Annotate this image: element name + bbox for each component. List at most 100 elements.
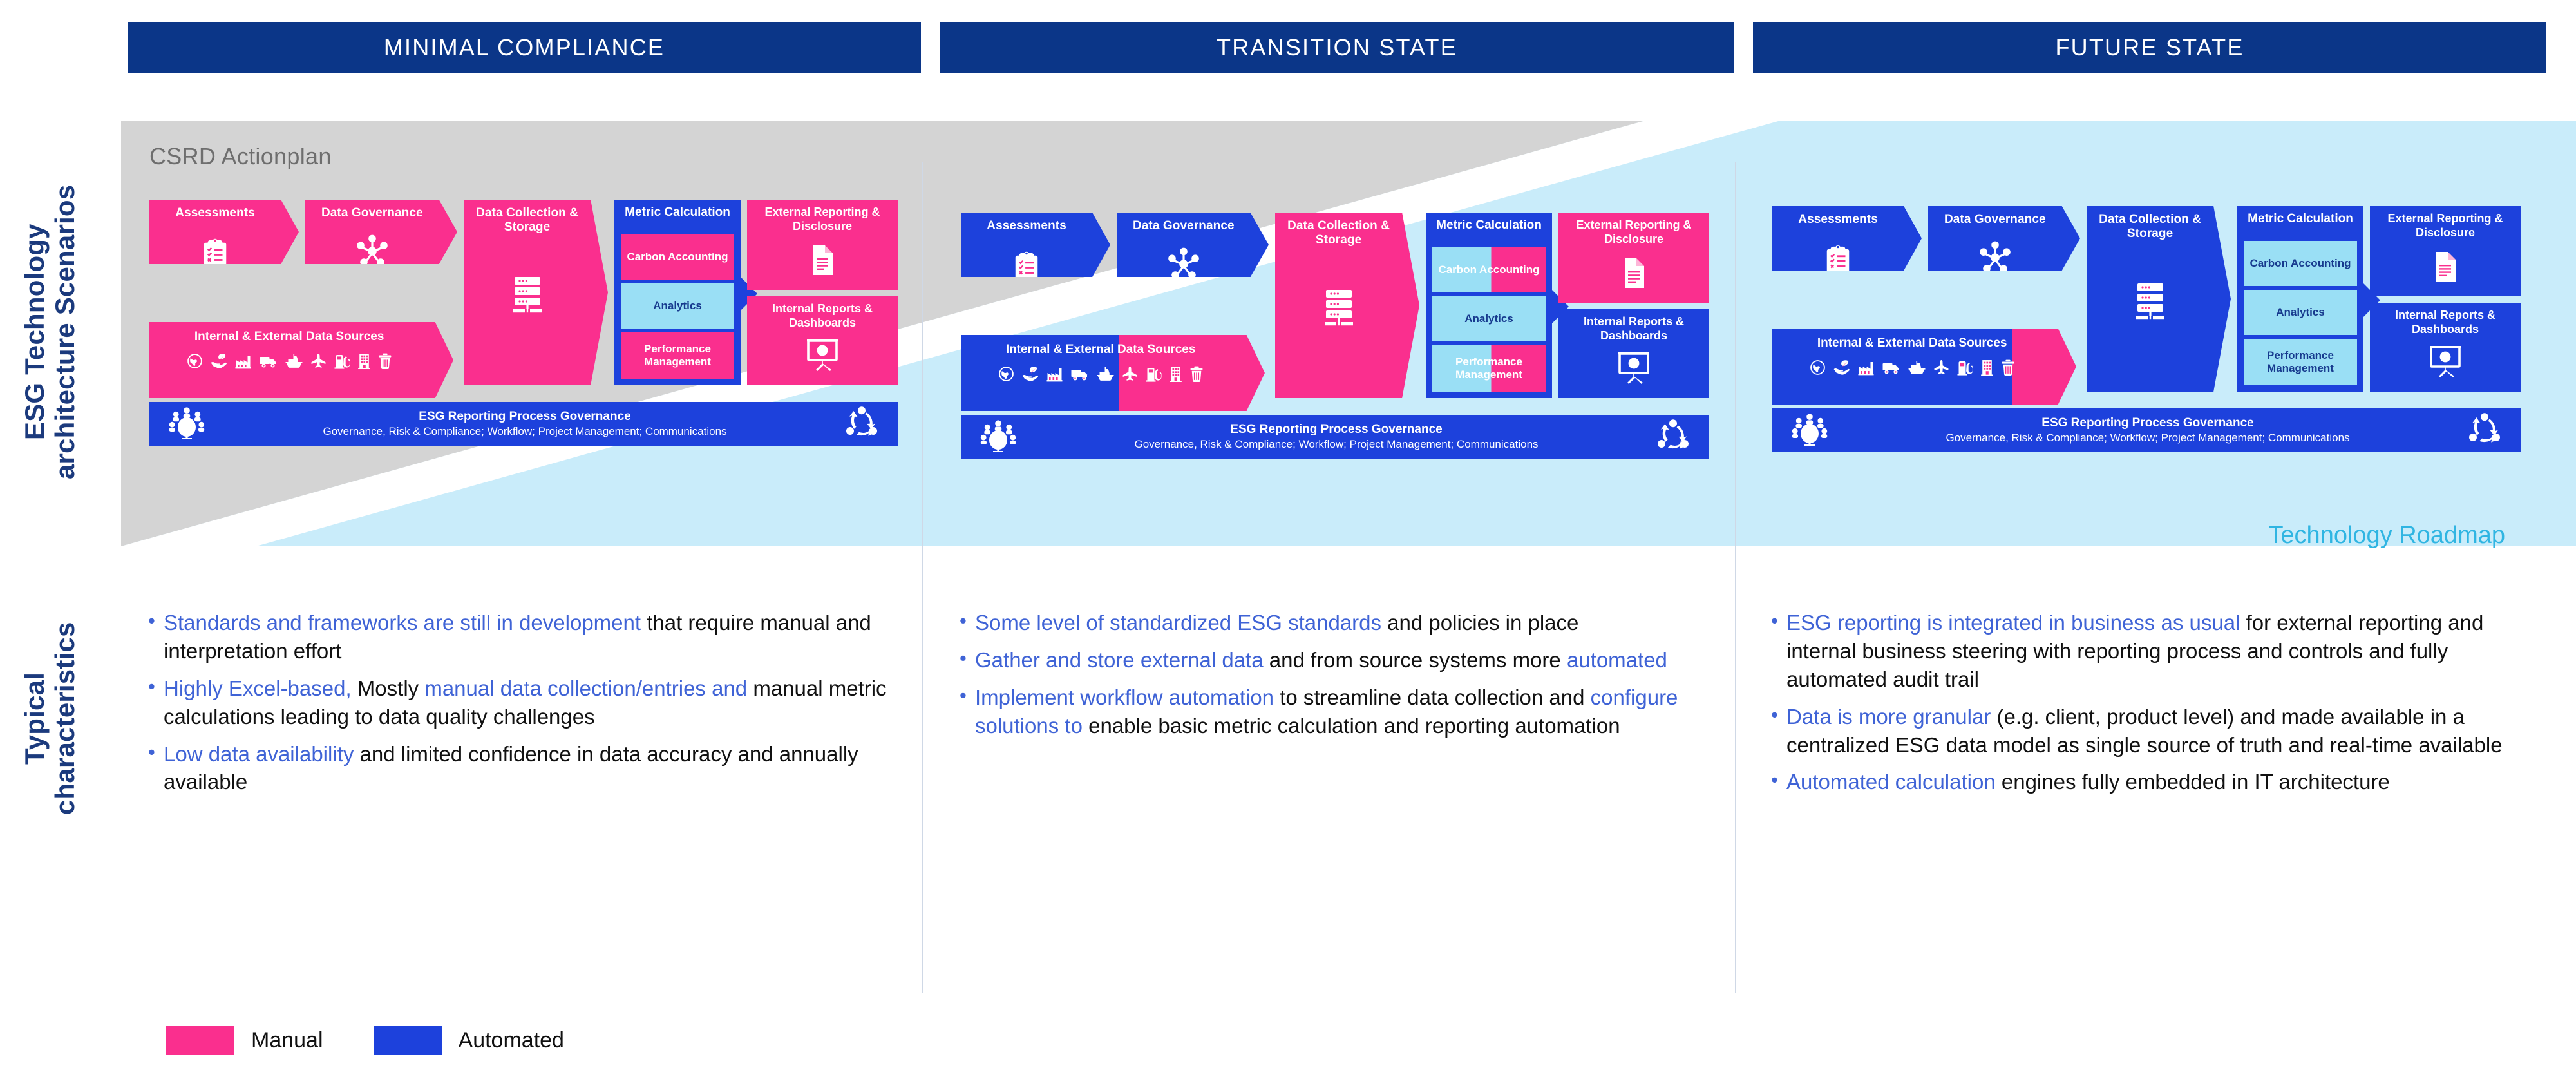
characteristics-list-future-state: ESG reporting is integrated in business … xyxy=(1770,607,2543,805)
governance-strip-future-state[interactable]: ESG Reporting Process Governance Governa… xyxy=(1772,408,2521,452)
process-box-data-governance[interactable]: Data Governance xyxy=(1928,206,2080,271)
process-box-data-sources[interactable]: Internal & External Data Sources xyxy=(961,335,1265,411)
bullet-segment: Gather and store external data xyxy=(975,647,1264,672)
process-box-label: Assessments xyxy=(175,206,255,220)
process-box-label: Internal Reports & Dashboards xyxy=(772,302,873,329)
bullet-segment: Standards and frameworks are still in de… xyxy=(164,611,641,635)
cycle-arrows-icon-wrap xyxy=(2468,412,2501,449)
bullet-segment: ESG reporting is integrated in business … xyxy=(1786,611,2240,635)
process-box-assessments[interactable]: Assessments xyxy=(1772,206,1922,271)
row-label-architecture: ESG Technology architecture Scenarios xyxy=(19,110,80,554)
process-box-internal-reports[interactable]: Internal Reports & Dashboards xyxy=(1558,309,1709,398)
governance-text: ESG Reporting Process Governance Governa… xyxy=(205,408,845,440)
metric-subbox-carbon-accounting[interactable]: Carbon Accounting xyxy=(621,234,734,280)
process-box-metric-calculation[interactable]: Metric Calculation Carbon Accounting Ana… xyxy=(1426,213,1569,398)
metric-subbox-label: Carbon Accounting xyxy=(627,250,728,263)
governance-strip-minimal-compliance[interactable]: ESG Reporting Process Governance Governa… xyxy=(149,402,898,446)
metric-subbox-carbon-accounting[interactable]: Carbon Accounting xyxy=(1432,247,1546,292)
metric-subbox-label: Performance Management xyxy=(644,342,711,368)
column-header-label: FUTURE STATE xyxy=(2055,34,2244,61)
process-box-data-collection-storage[interactable]: Data Collection & Storage xyxy=(2087,206,2231,392)
governance-title: ESG Reporting Process Governance xyxy=(419,409,631,423)
globe-icon xyxy=(998,366,1014,382)
bullet-segment: enable basic metric calculation and repo… xyxy=(1082,713,1620,738)
factory-icon xyxy=(1046,367,1063,382)
server-icon xyxy=(2132,282,2169,321)
process-box-label: Metric Calculation xyxy=(2248,212,2353,225)
column-header-minimal-compliance[interactable]: MINIMAL COMPLIANCE xyxy=(128,22,921,73)
factory-icon xyxy=(1857,360,1875,376)
airplane-icon xyxy=(310,353,327,369)
process-box-metric-calculation[interactable]: Metric Calculation Carbon Accounting Ana… xyxy=(614,200,757,385)
governance-strip-transition-state[interactable]: ESG Reporting Process Governance Governa… xyxy=(961,415,1709,459)
governance-subtitle: Governance, Risk & Compliance; Workflow;… xyxy=(323,425,727,438)
assessments-icon-wrap xyxy=(961,250,1092,277)
metric-subbox-analytics[interactable]: Analytics xyxy=(621,283,734,329)
metric-subbox-performance-management[interactable]: Performance Management xyxy=(1432,345,1546,392)
column-header-future-state[interactable]: FUTURE STATE xyxy=(1753,22,2546,73)
process-box-data-governance[interactable]: Data Governance xyxy=(1117,213,1269,277)
bullet-segment: and from source systems more xyxy=(1263,647,1567,672)
process-box-data-sources[interactable]: Internal & External Data Sources xyxy=(1772,329,2076,405)
bullet-segment: Implement workflow automation xyxy=(975,685,1274,709)
process-box-assessments[interactable]: Assessments xyxy=(149,200,299,264)
process-box-internal-reports[interactable]: Internal Reports & Dashboards xyxy=(2370,303,2521,392)
process-box-label: Data Governance xyxy=(321,206,423,220)
network-nodes-icon xyxy=(355,234,390,264)
process-box-data-sources[interactable]: Internal & External Data Sources xyxy=(149,322,453,398)
metric-subbox-carbon-accounting[interactable]: Carbon Accounting xyxy=(2244,241,2357,286)
document-icon xyxy=(1621,257,1647,289)
metric-subbox-performance-management[interactable]: Performance Management xyxy=(621,332,734,379)
process-box-external-reporting[interactable]: External Reporting & Disclosure xyxy=(2370,206,2521,296)
ship-icon xyxy=(1096,367,1115,382)
bullet-segment: and policies in place xyxy=(1381,611,1579,635)
assessments-icon-wrap xyxy=(149,237,281,264)
document-icon xyxy=(2432,251,2458,283)
metric-subbox-label: Analytics xyxy=(1464,312,1513,325)
hand-leaf-icon xyxy=(210,353,227,369)
process-box-label: Internal Reports & Dashboards xyxy=(1583,315,1685,342)
process-box-data-governance[interactable]: Data Governance xyxy=(305,200,457,264)
metric-subbox-analytics[interactable]: Analytics xyxy=(1432,296,1546,341)
process-box-metric-calculation[interactable]: Metric Calculation Carbon Accounting Ana… xyxy=(2237,206,2380,392)
process-box-label: Assessments xyxy=(1798,213,1878,226)
presentation-chart-icon-wrap xyxy=(747,338,898,375)
characteristic-bullet: ESG reporting is integrated in business … xyxy=(1770,607,2543,694)
governance-title: ESG Reporting Process Governance xyxy=(1230,422,1443,436)
process-box-label: Internal & External Data Sources xyxy=(194,330,384,343)
row-label-architecture-line1: ESG Technology xyxy=(19,224,50,440)
process-box-data-collection-storage[interactable]: Data Collection & Storage xyxy=(1275,213,1419,398)
process-box-label: Data Collection & Storage xyxy=(1287,219,1390,247)
document-icon-wrap xyxy=(1558,257,1709,292)
meeting-table-icon-wrap xyxy=(980,419,1016,455)
legend-swatch-manual xyxy=(166,1026,234,1055)
truck-icon xyxy=(259,354,278,368)
diagram-future-state: Assessments Data Governance Data Collect… xyxy=(1772,206,2521,406)
process-box-external-reporting[interactable]: External Reporting & Disclosure xyxy=(1558,213,1709,303)
column-header-transition-state[interactable]: TRANSITION STATE xyxy=(940,22,1734,73)
ship-icon xyxy=(285,354,303,369)
server-icon xyxy=(509,276,546,314)
process-box-assessments[interactable]: Assessments xyxy=(961,213,1110,277)
characteristic-bullet: Standards and frameworks are still in de… xyxy=(147,607,907,665)
data-source-icon-row xyxy=(1772,359,2052,376)
process-box-data-collection-storage[interactable]: Data Collection & Storage xyxy=(464,200,608,385)
governance-subtitle: Governance, Risk & Compliance; Workflow;… xyxy=(1946,432,2350,444)
column-header-label: MINIMAL COMPLIANCE xyxy=(383,34,665,61)
presentation-chart-icon xyxy=(2429,345,2462,378)
truck-icon xyxy=(1070,367,1089,381)
trash-icon xyxy=(2001,359,2015,376)
process-box-label: External Reporting & Disclosure xyxy=(2387,212,2503,239)
meeting-table-icon xyxy=(1792,412,1828,446)
process-box-internal-reports[interactable]: Internal Reports & Dashboards xyxy=(747,296,898,385)
network-nodes-icon xyxy=(1978,241,2012,271)
bullet-segment: automated xyxy=(1566,647,1667,672)
row-label-characteristics-line1: Typical xyxy=(19,672,50,765)
metric-subbox-performance-management[interactable]: Performance Management xyxy=(2244,339,2357,385)
data-governance-icon-wrap xyxy=(305,234,439,264)
clipboard-check-icon xyxy=(1012,250,1041,277)
process-box-label: Data Collection & Storage xyxy=(476,206,579,234)
metric-subbox-analytics[interactable]: Analytics xyxy=(2244,290,2357,335)
process-box-external-reporting[interactable]: External Reporting & Disclosure xyxy=(747,200,898,290)
legend: Manual Automated xyxy=(166,1026,564,1055)
